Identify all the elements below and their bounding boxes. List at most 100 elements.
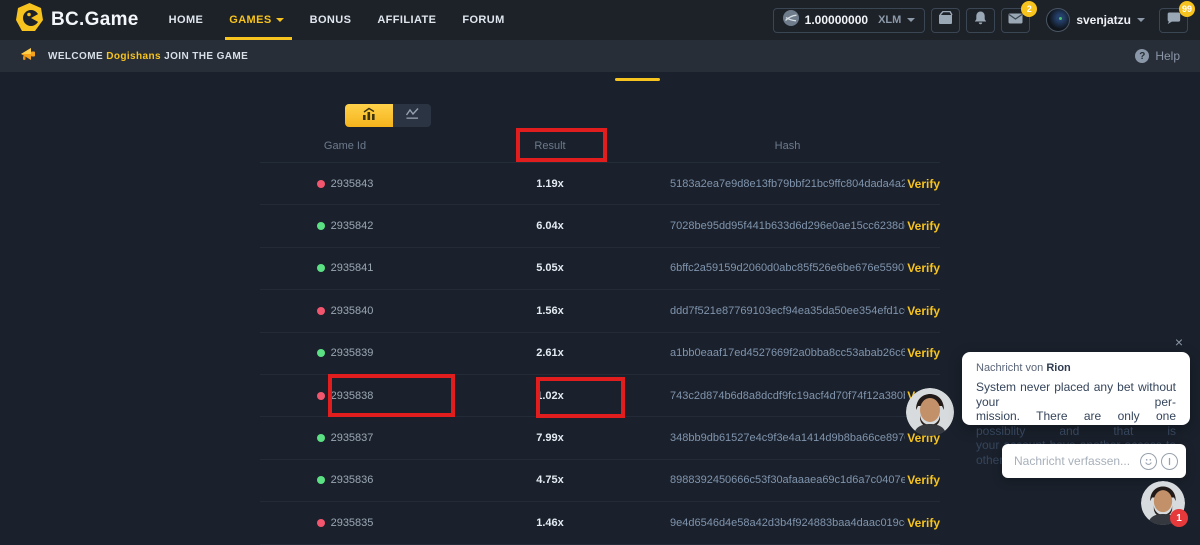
table-row: 2935837 7.99x 348bb9db61527e4c9f3e4a1414… [260, 417, 940, 459]
chat-close-icon[interactable]: × [1171, 334, 1187, 350]
result-value: 2.61x [430, 347, 670, 359]
game-id-cell: 2935843 [260, 178, 430, 190]
game-id-cell: 2935835 [260, 517, 430, 529]
mail-icon [1008, 11, 1023, 29]
verify-link[interactable]: Verify [905, 261, 940, 275]
hash-value: 6bffc2a59159d2060d0abc85f526e6be676e5590… [670, 262, 905, 274]
chat-message-card: Nachricht von Rion System never placed a… [962, 352, 1190, 425]
header-hash: Hash [670, 140, 905, 152]
game-id-cell: 2935838 [260, 390, 430, 402]
hash-value: 743c2d874b6d8a8dcdf9fc19acf4d70f74f12a38… [670, 390, 905, 402]
status-dot [317, 222, 325, 230]
brand-name: BC.Game [51, 9, 139, 31]
status-dot [317, 349, 325, 357]
wallet-button[interactable] [931, 8, 960, 33]
game-id: 2935836 [331, 474, 374, 486]
result-value: 4.75x [430, 474, 670, 486]
hash-value: ddd7f521e87769103ecf94ea35da50ee354efd1c… [670, 305, 905, 317]
tab-indicator-dash [615, 78, 660, 81]
game-id: 2935835 [331, 517, 374, 529]
chat-input-container [1002, 444, 1186, 478]
game-id: 2935843 [331, 178, 374, 190]
chat-launcher-badge: 1 [1170, 509, 1188, 527]
banner-message: WELCOME Dogishans JOIN THE GAME [48, 51, 248, 62]
game-id: 2935841 [331, 262, 374, 274]
messages-button[interactable]: 2 [1001, 8, 1030, 33]
help-icon: ? [1135, 49, 1149, 63]
status-dot [317, 180, 325, 188]
table-row: 2935843 1.19x 5183a2ea7e9d8e13fb79bbf21b… [260, 163, 940, 205]
hash-value: 8988392450666c53f30afaaaea69c1d6a7c0407e… [670, 474, 905, 486]
nav-item-games[interactable]: GAMES [229, 0, 283, 40]
balance-selector[interactable]: 1.00000000 XLM [773, 8, 926, 33]
top-nav-bar: BC.Game HOME GAMES BONUS AFFILIATE FORUM… [0, 0, 1200, 40]
chat-message-input[interactable] [1014, 454, 1136, 468]
megaphone-icon [20, 46, 38, 67]
header-result: Result [430, 140, 670, 152]
game-id-cell: 2935841 [260, 262, 430, 274]
verify-link[interactable]: Verify [905, 473, 940, 487]
table-row: 2935836 4.75x 8988392450666c53f30afaaaea… [260, 460, 940, 502]
verify-link[interactable]: Verify [905, 177, 940, 191]
hash-value: 9e4d6546d4e58a42d3b4f924883baa4daac019ce… [670, 517, 905, 529]
table-header-row: Game Id Result Hash [260, 130, 940, 163]
result-value: 6.04x [430, 220, 670, 232]
top-right-cluster: 1.00000000 XLM [773, 8, 1188, 33]
verify-link[interactable]: Verify [905, 304, 940, 318]
chat-sender-name: Rion [1046, 362, 1070, 374]
notifications-button[interactable] [966, 8, 995, 33]
chat-bubble-icon [1166, 10, 1181, 30]
result-value: 1.46x [430, 517, 670, 529]
table-row: 2935838 1.02x 743c2d874b6d8a8dcdf9fc19ac… [260, 375, 940, 417]
verify-link[interactable]: Verify [905, 346, 940, 360]
main-nav: HOME GAMES BONUS AFFILIATE FORUM [169, 0, 505, 40]
result-value: 1.56x [430, 305, 670, 317]
status-dot [317, 519, 325, 527]
nav-item-home[interactable]: HOME [169, 0, 204, 40]
nav-item-bonus[interactable]: BONUS [310, 0, 352, 40]
nav-item-forum[interactable]: FORUM [462, 0, 504, 40]
bcgame-logo-icon [16, 3, 43, 37]
verify-link[interactable]: Verify [905, 219, 940, 233]
table-row: 2935842 6.04x 7028be95dd95f441b633d6d296… [260, 205, 940, 247]
verify-link[interactable]: Verify [905, 516, 940, 530]
game-history-table: Game Id Result Hash 2935843 1.19x 5183a2… [260, 130, 940, 545]
game-id: 2935839 [331, 347, 374, 359]
status-dot [317, 434, 325, 442]
bar-chart-icon [362, 107, 377, 125]
game-id-cell: 2935842 [260, 220, 430, 232]
game-id: 2935842 [331, 220, 374, 232]
nav-item-affiliate[interactable]: AFFILIATE [377, 0, 436, 40]
banner-username: Dogishans [106, 51, 161, 62]
help-button[interactable]: ? Help [1135, 49, 1180, 63]
brand-logo[interactable]: BC.Game [16, 3, 139, 37]
status-dot [317, 392, 325, 400]
table-row: 2935841 5.05x 6bffc2a59159d2060d0abc85f5… [260, 248, 940, 290]
attachment-icon[interactable] [1161, 453, 1178, 470]
bell-icon [974, 11, 987, 30]
table-row: 2935839 2.61x a1bb0eaaf17ed4527669f2a0bb… [260, 333, 940, 375]
username: svenjatzu [1076, 13, 1131, 27]
result-value: 7.99x [430, 432, 670, 444]
game-id: 2935838 [331, 390, 374, 402]
tab-trends[interactable] [393, 104, 431, 127]
game-id-cell: 2935840 [260, 305, 430, 317]
tab-my-bets[interactable] [345, 104, 393, 127]
site-chat-badge: 99 [1179, 1, 1195, 17]
status-dot [317, 264, 325, 272]
table-row: 2935840 1.56x ddd7f521e87769103ecf94ea35… [260, 290, 940, 332]
chevron-down-icon [907, 18, 915, 22]
hash-value: 7028be95dd95f441b633d6d296e0ae15cc6238dd… [670, 220, 905, 232]
game-id-cell: 2935836 [260, 474, 430, 486]
chat-sender-avatar [906, 388, 954, 436]
user-menu[interactable]: svenjatzu [1046, 8, 1145, 32]
result-value: 5.05x [430, 262, 670, 274]
history-view-tabs [345, 104, 431, 127]
wallet-icon [938, 11, 953, 29]
site-chat-button[interactable]: 99 [1159, 8, 1188, 33]
line-chart-icon [405, 107, 420, 125]
result-value: 1.02x [430, 390, 670, 402]
welcome-banner: WELCOME Dogishans JOIN THE GAME ? Help [0, 40, 1200, 72]
chat-launcher[interactable]: 1 [1141, 481, 1185, 525]
emoji-icon[interactable] [1140, 453, 1157, 470]
